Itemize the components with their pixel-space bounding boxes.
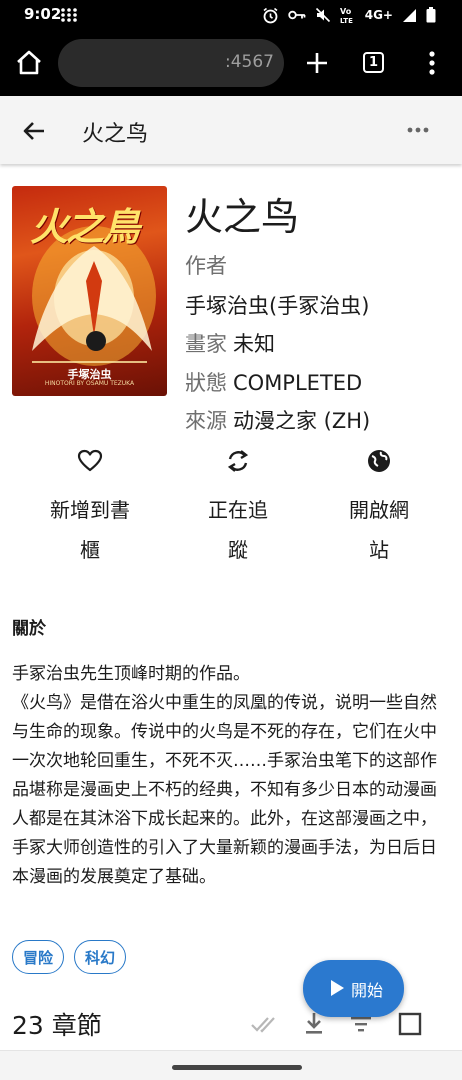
add-to-library-button[interactable]: 新增到書櫃 xyxy=(34,448,146,570)
author-label: 作者 xyxy=(185,254,227,278)
more-options-icon[interactable] xyxy=(402,120,434,140)
mute-icon xyxy=(315,7,330,23)
artist-row: 畫家 未知 xyxy=(185,328,275,358)
home-gesture-handle[interactable] xyxy=(172,1065,302,1070)
tab-count: 1 xyxy=(363,52,384,73)
status-row: 狀態 COMPLETED xyxy=(185,367,362,397)
sync-icon xyxy=(227,450,249,472)
open-website-label-line1: 開啟網 xyxy=(349,498,409,522)
add-to-library-label-line1: 新增到書 xyxy=(50,498,130,522)
source-label: 來源 xyxy=(185,409,227,433)
status-icons: Vo LTE 4G+ xyxy=(262,6,436,24)
open-website-label-line2: 站 xyxy=(369,538,389,562)
alarm-icon xyxy=(263,7,278,23)
tracking-label: 正在追蹤 xyxy=(182,490,294,570)
svg-text:LTE: LTE xyxy=(340,17,353,24)
artist-label: 畫家 xyxy=(185,332,227,356)
key-icon xyxy=(288,10,306,20)
volte-icon: VoLTE xyxy=(340,7,353,24)
browser-menu-icon[interactable] xyxy=(420,48,444,78)
tracking-button[interactable]: 正在追蹤 xyxy=(182,448,294,570)
artist-value: 未知 xyxy=(233,332,275,356)
new-tab-icon[interactable] xyxy=(302,48,332,78)
start-reading-button[interactable]: 開始 xyxy=(303,960,404,1017)
source-value: 动漫之家 (ZH) xyxy=(233,409,371,433)
signal-icon xyxy=(403,8,416,22)
chapter-count: 23 章節 xyxy=(12,1011,102,1040)
author-label-row: 作者 xyxy=(185,250,227,280)
grid-icon xyxy=(61,8,77,22)
app-bar: 火之鸟 xyxy=(0,96,462,164)
mark-read-icon[interactable] xyxy=(250,1010,278,1038)
url-bar[interactable]: :4567 xyxy=(58,39,284,87)
open-website-label: 開啟網站 xyxy=(323,490,435,570)
gesture-nav-bar xyxy=(0,1051,462,1080)
description-text[interactable]: 手冢治虫先生顶峰时期的作品。 《火鸟》是借在浴火中重生的凤凰的传说，说明一些自然… xyxy=(12,660,452,892)
author-value[interactable]: 手塚治虫(手冢治虫) xyxy=(185,294,369,318)
tracking-label-line1: 正在追 xyxy=(208,498,268,522)
start-reading-label: 開始 xyxy=(351,981,384,1000)
select-checkbox-icon[interactable] xyxy=(396,1010,424,1038)
status-label: 狀態 xyxy=(185,371,227,395)
network-label: 4G+ xyxy=(364,8,393,22)
add-to-library-label: 新增到書櫃 xyxy=(34,490,146,570)
svg-text:Vo: Vo xyxy=(340,7,352,16)
genre-chip-scifi[interactable]: 科幻 xyxy=(74,940,127,974)
cover-subtitle-text: HINOTORI BY OSAMU TEZUKA xyxy=(44,380,135,387)
home-icon[interactable] xyxy=(14,48,44,78)
tab-switcher-button[interactable]: 1 xyxy=(360,49,388,77)
battery-icon xyxy=(426,7,436,23)
page-title: 火之鸟 xyxy=(82,122,149,147)
status-bar: 9:02 Vo LTE 4G+ xyxy=(0,0,462,30)
genre-chip-adventure[interactable]: 冒险 xyxy=(12,940,65,974)
about-heading: 關於 xyxy=(12,619,46,639)
source-row: 來源 动漫之家 (ZH) xyxy=(185,405,370,435)
back-arrow-icon[interactable] xyxy=(18,115,50,147)
url-text: :4567 xyxy=(225,52,274,72)
play-icon xyxy=(331,980,344,996)
manga-title: 火之鸟 xyxy=(185,195,300,239)
browser-toolbar: :4567 1 xyxy=(0,30,462,96)
tracking-label-line2: 蹤 xyxy=(228,538,248,562)
add-to-library-label-line2: 櫃 xyxy=(80,538,100,562)
manga-cover-image[interactable]: 火之鳥 手塚治虫 HINOTORI BY OSAMU TEZUKA xyxy=(12,186,167,396)
status-value: COMPLETED xyxy=(233,371,363,395)
heart-outline-icon xyxy=(77,449,103,472)
author-value-row[interactable]: 手塚治虫(手冢治虫) xyxy=(185,290,369,320)
status-time: 9:02 xyxy=(24,5,62,23)
globe-icon xyxy=(368,450,390,472)
cover-title-text: 火之鳥 xyxy=(30,205,140,249)
open-website-button[interactable]: 開啟網站 xyxy=(323,448,435,570)
